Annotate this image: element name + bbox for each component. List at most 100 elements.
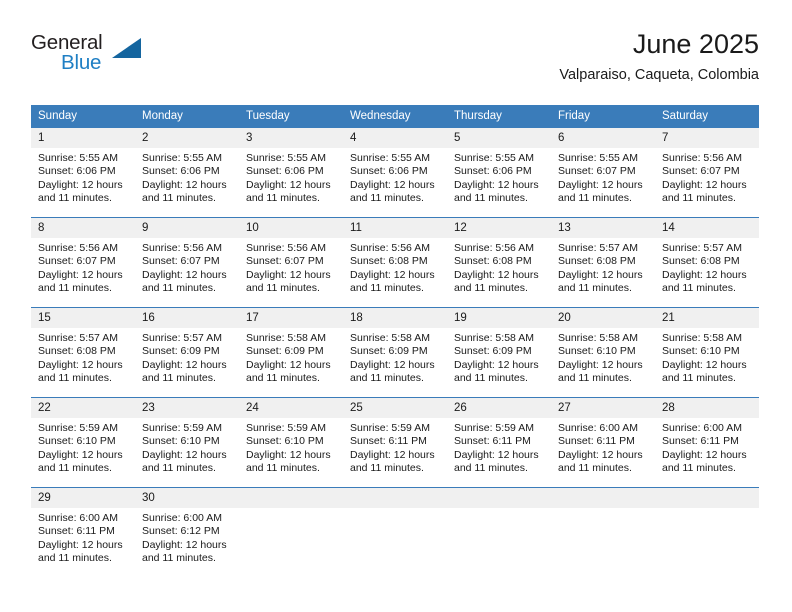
logo-text-blue: Blue: [61, 51, 102, 74]
day-cell[interactable]: 16 Sunrise: 5:57 AM Sunset: 6:09 PM Dayl…: [135, 307, 239, 398]
sunrise-text: Sunrise: 5:55 AM: [454, 152, 534, 164]
daylight-text: Daylight: 12 hours and 11 minutes.: [558, 268, 643, 295]
day-cell[interactable]: 24 Sunrise: 5:59 AM Sunset: 6:10 PM Dayl…: [239, 397, 343, 488]
daylight-text: Daylight: 12 hours and 11 minutes.: [662, 358, 747, 385]
page-header: General Blue June 2025 Valparaiso, Caque…: [31, 28, 759, 98]
day-cell[interactable]: 28 Sunrise: 6:00 AM Sunset: 6:11 PM Dayl…: [655, 397, 759, 488]
weekday-header-sunday: Sunday: [31, 105, 135, 128]
day-number: 10: [239, 218, 343, 238]
generalblue-logo[interactable]: General Blue: [31, 31, 151, 79]
sunset-text: Sunset: 6:07 PM: [38, 255, 116, 268]
sunset-text: Sunset: 6:08 PM: [350, 255, 428, 268]
day-cell[interactable]: 6 Sunrise: 5:55 AM Sunset: 6:07 PM Dayli…: [551, 127, 655, 218]
triangle-flag-icon: [112, 38, 141, 58]
day-cell[interactable]: 1 Sunrise: 5:55 AM Sunset: 6:06 PM Dayli…: [31, 127, 135, 218]
daylight-text: Daylight: 12 hours and 11 minutes.: [246, 448, 331, 475]
day-number: 1: [31, 128, 135, 148]
daylight-text: Daylight: 12 hours and 11 minutes.: [38, 538, 123, 565]
day-details: Sunrise: 5:55 AM Sunset: 6:06 PM Dayligh…: [239, 148, 343, 206]
daylight-text: Daylight: 12 hours and 11 minutes.: [142, 178, 227, 205]
day-cell[interactable]: 14 Sunrise: 5:57 AM Sunset: 6:08 PM Dayl…: [655, 217, 759, 308]
day-cell-empty: [343, 487, 447, 578]
weekday-header-thursday: Thursday: [447, 105, 551, 128]
day-cell[interactable]: 25 Sunrise: 5:59 AM Sunset: 6:11 PM Dayl…: [343, 397, 447, 488]
day-cell[interactable]: 12 Sunrise: 5:56 AM Sunset: 6:08 PM Dayl…: [447, 217, 551, 308]
day-cell[interactable]: 20 Sunrise: 5:58 AM Sunset: 6:10 PM Dayl…: [551, 307, 655, 398]
sunrise-text: Sunrise: 5:58 AM: [350, 332, 430, 344]
daylight-text: Daylight: 12 hours and 11 minutes.: [38, 358, 123, 385]
daylight-text: Daylight: 12 hours and 11 minutes.: [350, 448, 435, 475]
title-block: June 2025 Valparaiso, Caqueta, Colombia: [559, 28, 759, 85]
daylight-text: Daylight: 12 hours and 11 minutes.: [38, 178, 123, 205]
sunset-text: Sunset: 6:08 PM: [38, 345, 116, 358]
day-cell[interactable]: 9 Sunrise: 5:56 AM Sunset: 6:07 PM Dayli…: [135, 217, 239, 308]
calendar-grid: Sunday Monday Tuesday Wednesday Thursday…: [31, 105, 759, 578]
day-cell-empty: [447, 487, 551, 578]
day-cell[interactable]: 19 Sunrise: 5:58 AM Sunset: 6:09 PM Dayl…: [447, 307, 551, 398]
day-cell[interactable]: 15 Sunrise: 5:57 AM Sunset: 6:08 PM Dayl…: [31, 307, 135, 398]
day-cell[interactable]: 17 Sunrise: 5:58 AM Sunset: 6:09 PM Dayl…: [239, 307, 343, 398]
day-details: Sunrise: 5:55 AM Sunset: 6:06 PM Dayligh…: [135, 148, 239, 206]
day-cell[interactable]: 5 Sunrise: 5:55 AM Sunset: 6:06 PM Dayli…: [447, 127, 551, 218]
sunrise-text: Sunrise: 5:56 AM: [142, 242, 222, 254]
sunrise-text: Sunrise: 5:55 AM: [38, 152, 118, 164]
day-number: 26: [447, 398, 551, 418]
day-cell[interactable]: 8 Sunrise: 5:56 AM Sunset: 6:07 PM Dayli…: [31, 217, 135, 308]
day-cell[interactable]: 26 Sunrise: 5:59 AM Sunset: 6:11 PM Dayl…: [447, 397, 551, 488]
day-number: 30: [135, 488, 239, 508]
day-cell[interactable]: 27 Sunrise: 6:00 AM Sunset: 6:11 PM Dayl…: [551, 397, 655, 488]
day-cell[interactable]: 10 Sunrise: 5:56 AM Sunset: 6:07 PM Dayl…: [239, 217, 343, 308]
sunset-text: Sunset: 6:12 PM: [142, 525, 220, 538]
sunrise-text: Sunrise: 6:00 AM: [142, 512, 222, 524]
daylight-text: Daylight: 12 hours and 11 minutes.: [38, 268, 123, 295]
sunrise-text: Sunrise: 5:58 AM: [454, 332, 534, 344]
day-details: Sunrise: 5:56 AM Sunset: 6:07 PM Dayligh…: [135, 238, 239, 296]
day-number: 21: [655, 308, 759, 328]
sunset-text: Sunset: 6:10 PM: [662, 345, 740, 358]
day-cell[interactable]: 13 Sunrise: 5:57 AM Sunset: 6:08 PM Dayl…: [551, 217, 655, 308]
daylight-text: Daylight: 12 hours and 11 minutes.: [246, 178, 331, 205]
day-cell[interactable]: 7 Sunrise: 5:56 AM Sunset: 6:07 PM Dayli…: [655, 127, 759, 218]
sunrise-text: Sunrise: 5:55 AM: [142, 152, 222, 164]
day-number: 24: [239, 398, 343, 418]
day-cell[interactable]: 18 Sunrise: 5:58 AM Sunset: 6:09 PM Dayl…: [343, 307, 447, 398]
daylight-text: Daylight: 12 hours and 11 minutes.: [38, 448, 123, 475]
sunrise-text: Sunrise: 5:57 AM: [558, 242, 638, 254]
day-number: 8: [31, 218, 135, 238]
day-cell[interactable]: 3 Sunrise: 5:55 AM Sunset: 6:06 PM Dayli…: [239, 127, 343, 218]
day-cell[interactable]: 23 Sunrise: 5:59 AM Sunset: 6:10 PM Dayl…: [135, 397, 239, 488]
day-cell[interactable]: 4 Sunrise: 5:55 AM Sunset: 6:06 PM Dayli…: [343, 127, 447, 218]
day-cell[interactable]: 29 Sunrise: 6:00 AM Sunset: 6:11 PM Dayl…: [31, 487, 135, 578]
sunrise-text: Sunrise: 5:59 AM: [246, 422, 326, 434]
sunset-text: Sunset: 6:10 PM: [38, 435, 116, 448]
day-details: Sunrise: 5:56 AM Sunset: 6:07 PM Dayligh…: [239, 238, 343, 296]
daylight-text: Daylight: 12 hours and 11 minutes.: [454, 178, 539, 205]
day-details: Sunrise: 5:58 AM Sunset: 6:10 PM Dayligh…: [551, 328, 655, 386]
daylight-text: Daylight: 12 hours and 11 minutes.: [142, 268, 227, 295]
day-details: Sunrise: 6:00 AM Sunset: 6:11 PM Dayligh…: [551, 418, 655, 476]
day-cell[interactable]: 22 Sunrise: 5:59 AM Sunset: 6:10 PM Dayl…: [31, 397, 135, 488]
day-number: 9: [135, 218, 239, 238]
day-number: [239, 488, 343, 508]
day-number: 22: [31, 398, 135, 418]
day-details: Sunrise: 5:55 AM Sunset: 6:06 PM Dayligh…: [343, 148, 447, 206]
day-number: 17: [239, 308, 343, 328]
day-details: [447, 508, 551, 512]
day-cell[interactable]: 21 Sunrise: 5:58 AM Sunset: 6:10 PM Dayl…: [655, 307, 759, 398]
day-cell[interactable]: 30 Sunrise: 6:00 AM Sunset: 6:12 PM Dayl…: [135, 487, 239, 578]
daylight-text: Daylight: 12 hours and 11 minutes.: [558, 358, 643, 385]
day-cell[interactable]: 2 Sunrise: 5:55 AM Sunset: 6:06 PM Dayli…: [135, 127, 239, 218]
week-row: 22 Sunrise: 5:59 AM Sunset: 6:10 PM Dayl…: [31, 397, 759, 488]
day-cell[interactable]: 11 Sunrise: 5:56 AM Sunset: 6:08 PM Dayl…: [343, 217, 447, 308]
sunrise-text: Sunrise: 5:55 AM: [558, 152, 638, 164]
day-details: Sunrise: 5:57 AM Sunset: 6:08 PM Dayligh…: [551, 238, 655, 296]
calendar-body: 1 Sunrise: 5:55 AM Sunset: 6:06 PM Dayli…: [31, 127, 759, 578]
week-row: 1 Sunrise: 5:55 AM Sunset: 6:06 PM Dayli…: [31, 127, 759, 218]
day-details: Sunrise: 5:55 AM Sunset: 6:06 PM Dayligh…: [447, 148, 551, 206]
sunrise-text: Sunrise: 5:56 AM: [662, 152, 742, 164]
daylight-text: Daylight: 12 hours and 11 minutes.: [662, 178, 747, 205]
day-details: Sunrise: 5:58 AM Sunset: 6:09 PM Dayligh…: [343, 328, 447, 386]
day-number: 18: [343, 308, 447, 328]
calendar-page: General Blue June 2025 Valparaiso, Caque…: [0, 0, 792, 612]
daylight-text: Daylight: 12 hours and 11 minutes.: [662, 268, 747, 295]
